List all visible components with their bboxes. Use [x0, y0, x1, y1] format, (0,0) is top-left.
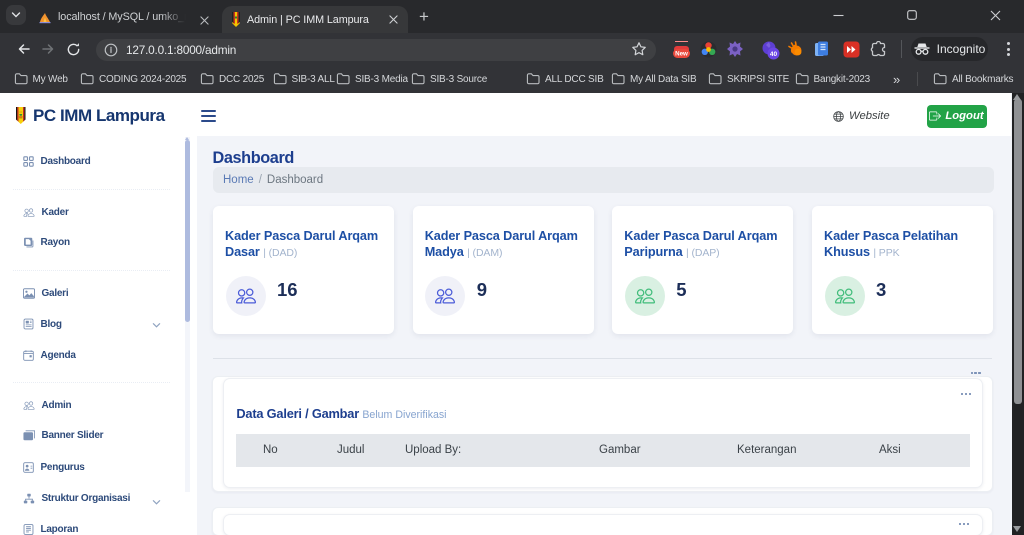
svg-text:40: 40	[769, 51, 777, 58]
svg-text:New: New	[675, 51, 688, 58]
